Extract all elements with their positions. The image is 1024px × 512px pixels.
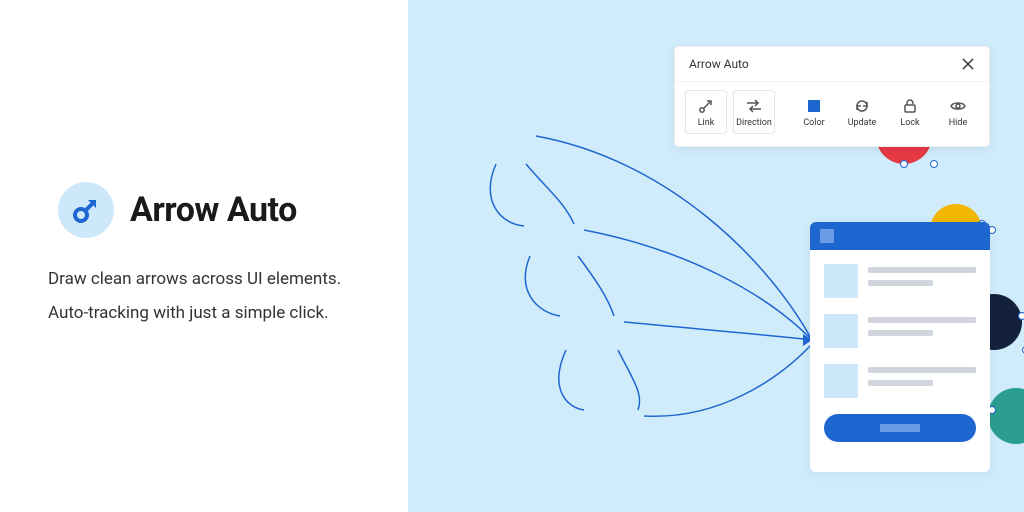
anchor-dot[interactable] (1018, 312, 1024, 320)
text-lines (868, 364, 976, 398)
list-item (824, 364, 976, 398)
cta-label-placeholder (880, 424, 920, 432)
tool-label: Color (803, 118, 824, 128)
node-teal[interactable] (988, 388, 1024, 444)
lock-icon (901, 97, 919, 115)
anchor-dot[interactable] (930, 160, 938, 168)
list-item (824, 314, 976, 348)
card-list (810, 250, 990, 398)
canvas: Arrow Auto Link Direction (408, 0, 1024, 512)
refresh-icon (853, 97, 871, 115)
direction-icon (745, 97, 763, 115)
tool-hide[interactable]: Hide (937, 90, 979, 134)
toolbar-panel: Arrow Auto Link Direction (674, 46, 990, 147)
thumbnail (824, 264, 858, 298)
tool-label: Lock (900, 118, 919, 128)
panel-title: Arrow Auto (689, 57, 749, 71)
close-icon (961, 57, 975, 71)
text-lines (868, 314, 976, 348)
tool-label: Direction (736, 118, 772, 128)
thumbnail (824, 364, 858, 398)
cta-button[interactable] (824, 414, 976, 442)
tool-label: Update (848, 118, 877, 128)
tool-lock[interactable]: Lock (889, 90, 931, 134)
list-item (824, 264, 976, 298)
panel-body: Link Direction Color Update (675, 81, 989, 146)
desc-line-1: Draw clean arrows across UI elements. (48, 262, 368, 296)
card-header (810, 222, 990, 250)
arrow-logo-icon (69, 193, 103, 227)
tool-update[interactable]: Update (841, 90, 883, 134)
panel-header: Arrow Auto (675, 47, 989, 81)
close-button[interactable] (961, 57, 975, 71)
eye-icon (949, 97, 967, 115)
header-square-icon (820, 229, 834, 243)
text-lines (868, 264, 976, 298)
thumbnail (824, 314, 858, 348)
brand-row: Arrow Auto (58, 182, 368, 238)
anchor-dot[interactable] (900, 160, 908, 168)
preview-card (810, 222, 990, 472)
tool-link[interactable]: Link (685, 90, 727, 134)
color-swatch-icon (805, 97, 823, 115)
app-title: Arrow Auto (130, 190, 297, 230)
info-pane: Arrow Auto Draw clean arrows across UI e… (0, 0, 408, 512)
link-arrow-icon (697, 97, 715, 115)
tool-direction[interactable]: Direction (733, 90, 775, 134)
tool-label: Link (698, 118, 715, 128)
tool-color[interactable]: Color (793, 90, 835, 134)
desc-line-2: Auto-tracking with just a simple click. (48, 296, 368, 330)
tool-label: Hide (949, 118, 967, 128)
description: Draw clean arrows across UI elements. Au… (48, 262, 368, 330)
app-logo (58, 182, 114, 238)
